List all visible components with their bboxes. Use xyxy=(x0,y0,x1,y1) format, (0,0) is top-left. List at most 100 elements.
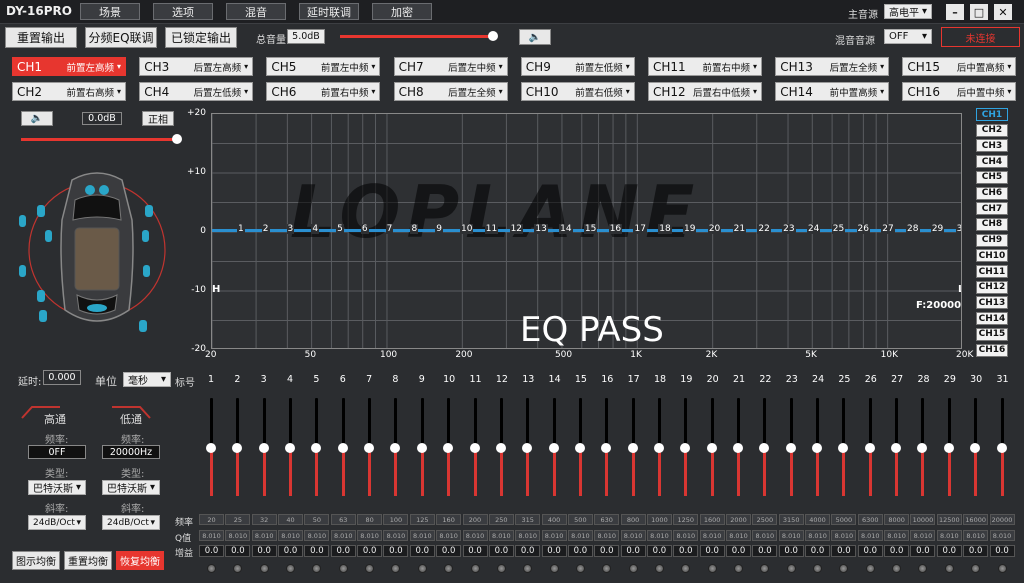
highpass-slope-select[interactable]: 24dB/Oct ▾ xyxy=(28,515,86,530)
band-q-cell[interactable]: 8.010 xyxy=(831,530,857,541)
band-freq-cell[interactable]: 4000 xyxy=(805,514,831,525)
band-gain-cell[interactable]: 0.0 xyxy=(304,545,330,557)
lowpass-slope-select[interactable]: 24dB/Oct ▾ xyxy=(102,515,160,530)
band-marker[interactable]: 19 xyxy=(683,224,697,234)
band-marker[interactable]: 7 xyxy=(385,224,394,234)
band-bypass-toggle[interactable] xyxy=(312,564,322,573)
channel-list-item[interactable]: CH8 xyxy=(976,217,1008,231)
band-q-cell[interactable]: 8.010 xyxy=(726,530,751,541)
band-bypass-toggle[interactable] xyxy=(496,564,506,573)
band-slider-track[interactable] xyxy=(895,398,899,446)
band-gain-cell[interactable]: 0.0 xyxy=(646,545,672,557)
band-gain-cell[interactable]: 0.0 xyxy=(936,545,962,557)
band-freq-cell[interactable]: 630 xyxy=(594,514,620,525)
band-q-cell[interactable]: 8.010 xyxy=(225,530,251,541)
band-slider-track[interactable] xyxy=(816,398,820,446)
band-slider-knob[interactable] xyxy=(469,443,480,453)
band-gain-cell[interactable]: 0.0 xyxy=(699,545,725,557)
band-bypass-toggle[interactable] xyxy=(523,564,533,573)
band-freq-cell[interactable]: 500 xyxy=(567,514,593,525)
band-q-cell[interactable]: 8.010 xyxy=(910,530,936,541)
band-bypass-toggle[interactable] xyxy=(207,564,216,573)
band-q-cell[interactable]: 8.010 xyxy=(805,530,831,541)
band-bypass-toggle[interactable] xyxy=(391,564,401,573)
speaker-icon[interactable] xyxy=(87,304,107,312)
band-slider-knob[interactable] xyxy=(917,443,928,453)
speaker-icon[interactable] xyxy=(139,320,147,332)
band-bypass-toggle[interactable] xyxy=(839,564,849,573)
speaker-icon[interactable] xyxy=(19,215,26,227)
band-marker[interactable]: 1 xyxy=(237,224,245,234)
band-slider-knob[interactable] xyxy=(759,443,770,453)
band-slider-knob[interactable] xyxy=(812,443,823,453)
channel-select[interactable]: CH11 前置右中频 ▾ xyxy=(648,57,762,76)
locked-output-button[interactable]: 已锁定输出 xyxy=(165,27,237,48)
band-marker[interactable]: 23 xyxy=(782,224,796,234)
band-marker[interactable]: 12 xyxy=(509,224,524,234)
band-gain-cell[interactable]: 0.0 xyxy=(910,545,936,557)
band-bypass-toggle[interactable] xyxy=(786,564,796,573)
band-marker[interactable]: 29 xyxy=(930,224,945,234)
band-slider-track[interactable] xyxy=(394,398,398,446)
channel-select[interactable]: CH13 后置左全频 ▾ xyxy=(775,57,890,76)
band-bypass-toggle[interactable] xyxy=(549,564,559,573)
band-slider-knob[interactable] xyxy=(601,443,612,453)
speaker-icon[interactable] xyxy=(145,205,153,217)
band-gain-cell[interactable]: 0.0 xyxy=(778,545,804,557)
band-slider-track[interactable] xyxy=(947,398,951,446)
band-marker[interactable]: 18 xyxy=(658,224,672,234)
band-slider-track[interactable] xyxy=(473,398,477,446)
band-gain-cell[interactable]: 0.0 xyxy=(831,545,857,557)
band-freq-cell[interactable]: 20 xyxy=(199,514,224,525)
eq-graph[interactable]: LOPLANE 1 2 3 4 5 6 7 8 9 10 11 12 13 14 15 16 17 18 19 20 2… xyxy=(211,113,962,349)
band-q-cell[interactable]: 8.010 xyxy=(857,530,883,541)
band-slider-track[interactable] xyxy=(210,398,213,446)
speaker-icon[interactable] xyxy=(85,185,95,195)
band-q-cell[interactable]: 8.010 xyxy=(884,530,910,541)
band-freq-cell[interactable]: 80 xyxy=(357,514,383,525)
band-slider-track[interactable] xyxy=(684,398,688,446)
band-marker[interactable]: 30 xyxy=(955,224,961,234)
band-marker[interactable]: 14 xyxy=(559,224,573,234)
band-slider-track[interactable] xyxy=(552,398,556,446)
band-bypass-toggle[interactable] xyxy=(233,564,243,573)
band-q-cell[interactable]: 8.010 xyxy=(936,530,962,541)
channel-list-item[interactable]: CH10 xyxy=(976,249,1008,263)
band-freq-cell[interactable]: 400 xyxy=(541,514,567,525)
speaker-icon[interactable] xyxy=(45,230,52,242)
band-slider-track[interactable] xyxy=(368,398,372,446)
band-slider-knob[interactable] xyxy=(733,443,743,453)
band-q-cell[interactable]: 8.010 xyxy=(330,530,356,541)
band-q-cell[interactable]: 8.010 xyxy=(963,530,989,541)
band-marker[interactable]: 11 xyxy=(484,224,499,234)
band-slider-knob[interactable] xyxy=(495,443,506,453)
lowpass-type-select[interactable]: 巴特沃斯 ▾ xyxy=(102,480,160,495)
band-bypass-toggle[interactable] xyxy=(707,564,717,573)
band-q-cell[interactable]: 8.010 xyxy=(594,530,620,541)
band-slider-track[interactable] xyxy=(289,398,293,446)
channel-volume-knob[interactable] xyxy=(172,134,182,144)
band-slider-track[interactable] xyxy=(974,398,978,446)
band-bypass-toggle[interactable] xyxy=(602,564,612,573)
master-volume-knob[interactable] xyxy=(487,31,498,41)
band-bypass-toggle[interactable] xyxy=(971,564,981,573)
band-gain-cell[interactable]: 0.0 xyxy=(963,545,989,557)
menu-scene[interactable]: 场景 xyxy=(80,3,140,20)
band-marker[interactable]: 16 xyxy=(608,224,623,234)
channel-list-item[interactable]: CH14 xyxy=(976,312,1008,326)
band-bypass-toggle[interactable] xyxy=(681,564,691,573)
band-freq-cell[interactable]: 315 xyxy=(515,514,541,525)
band-marker[interactable]: 25 xyxy=(831,224,846,234)
band-gain-cell[interactable]: 0.0 xyxy=(515,545,541,557)
band-slider-knob[interactable] xyxy=(390,443,401,453)
channel-select[interactable]: CH10 前置右低频 ▾ xyxy=(520,82,635,101)
band-freq-cell[interactable]: 1600 xyxy=(699,514,725,525)
band-marker[interactable]: 10 xyxy=(460,224,474,234)
band-bypass-toggle[interactable] xyxy=(865,564,875,573)
band-bypass-toggle[interactable] xyxy=(259,564,269,573)
band-gain-cell[interactable]: 0.0 xyxy=(409,545,435,557)
band-q-cell[interactable]: 8.010 xyxy=(515,530,541,541)
band-bypass-toggle[interactable] xyxy=(918,564,928,573)
band-marker[interactable]: 20 xyxy=(707,224,722,234)
band-bypass-toggle[interactable] xyxy=(760,564,770,573)
